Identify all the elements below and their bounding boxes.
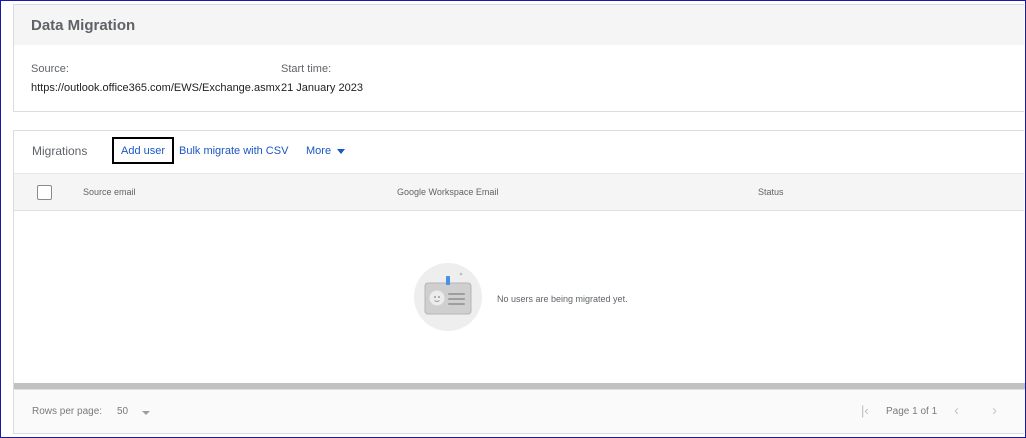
rows-per-page-select[interactable]: 50 bbox=[117, 406, 128, 417]
add-user-label: Add user bbox=[120, 144, 166, 157]
chevron-right-icon[interactable]: › bbox=[992, 402, 997, 419]
column-google-workspace-email[interactable]: Google Workspace Email bbox=[397, 187, 498, 197]
user-card-icon bbox=[414, 263, 482, 331]
start-time-label: Start time: bbox=[281, 63, 332, 75]
empty-state-message: No users are being migrated yet. bbox=[497, 294, 628, 304]
empty-state: No users are being migrated yet. bbox=[14, 211, 1024, 383]
table-footer: Rows per page: 50 |‹ Page 1 of 1 ‹ › bbox=[14, 389, 1025, 433]
caret-down-icon[interactable] bbox=[142, 411, 150, 415]
caret-down-icon bbox=[337, 148, 346, 154]
more-label: More bbox=[306, 145, 332, 157]
migrations-toolbar: Migrations Add user Bulk migrate with CS… bbox=[14, 131, 1024, 173]
more-menu-button[interactable]: More bbox=[306, 145, 346, 157]
add-user-button[interactable]: Add user bbox=[112, 137, 174, 164]
migrations-card: Migrations Add user Bulk migrate with CS… bbox=[13, 130, 1025, 434]
migration-info: Source: https://outlook.office365.com/EW… bbox=[14, 45, 1024, 111]
card-header: Data Migration bbox=[14, 5, 1024, 45]
source-value: https://outlook.office365.com/EWS/Exchan… bbox=[31, 82, 281, 94]
column-source-email[interactable]: Source email bbox=[83, 187, 136, 197]
first-page-icon[interactable]: |‹ bbox=[861, 403, 869, 418]
select-all-checkbox[interactable] bbox=[37, 185, 52, 200]
source-label: Source: bbox=[31, 63, 69, 75]
page-title: Data Migration bbox=[31, 17, 136, 34]
bulk-migrate-csv-button[interactable]: Bulk migrate with CSV bbox=[179, 145, 288, 157]
table-header: Source email Google Workspace Email Stat… bbox=[14, 173, 1024, 211]
column-status[interactable]: Status bbox=[758, 187, 784, 197]
migration-info-card: Data Migration Source: https://outlook.o… bbox=[13, 4, 1024, 112]
start-time-value: 21 January 2023 bbox=[281, 82, 363, 94]
page-indicator: Page 1 of 1 bbox=[886, 406, 938, 417]
migrations-title: Migrations bbox=[32, 144, 88, 158]
chevron-left-icon[interactable]: ‹ bbox=[954, 402, 959, 419]
rows-per-page-label: Rows per page: bbox=[32, 406, 103, 417]
